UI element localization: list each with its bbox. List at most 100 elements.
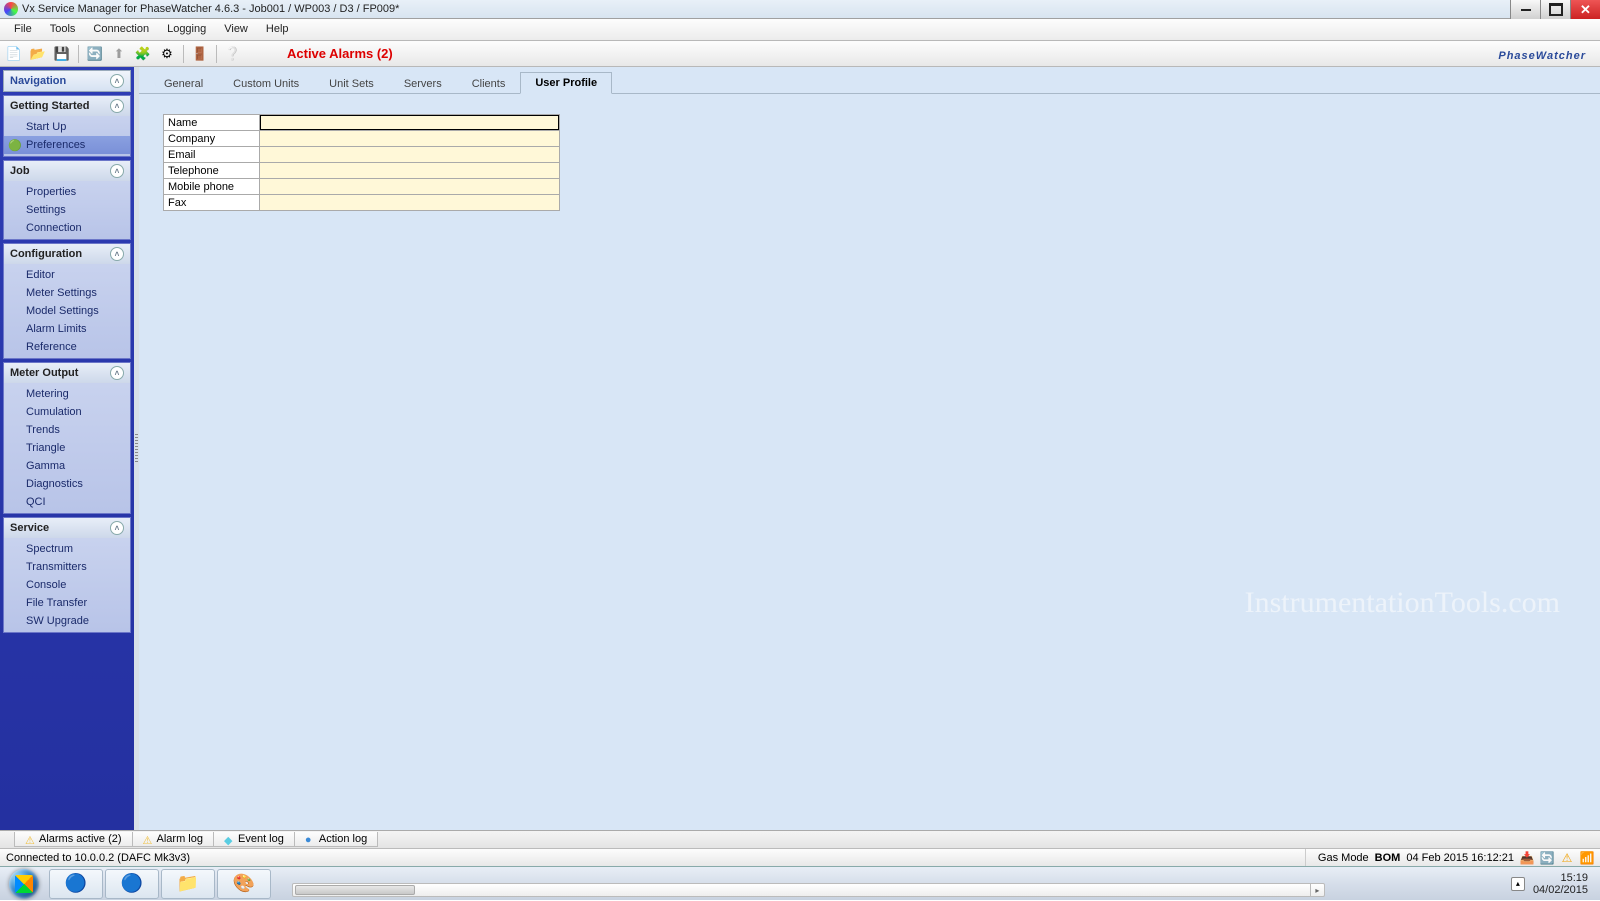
nav-group-service: Service˄ Spectrum Transmitters Console F… — [3, 517, 131, 633]
chevron-up-icon[interactable]: ˄ — [110, 99, 124, 113]
input-name[interactable] — [260, 115, 560, 131]
chevron-up-icon[interactable]: ˄ — [110, 247, 124, 261]
group-header[interactable]: Service˄ — [4, 518, 130, 538]
chevron-up-icon[interactable]: ˄ — [110, 164, 124, 178]
nav-item-meter-settings[interactable]: Meter Settings — [4, 284, 130, 302]
status-warning-icon[interactable]: ⚠ — [1560, 851, 1574, 865]
nav-item-console[interactable]: Console — [4, 576, 130, 594]
nav-item-diagnostics[interactable]: Diagnostics — [4, 475, 130, 493]
tab-unit-sets[interactable]: Unit Sets — [314, 73, 389, 94]
input-email[interactable] — [260, 147, 560, 163]
tray-clock[interactable]: 15:19 04/02/2015 — [1527, 872, 1594, 896]
group-header[interactable]: Meter Output˄ — [4, 363, 130, 383]
nav-item-gamma[interactable]: Gamma — [4, 457, 130, 475]
btab-event-log[interactable]: ◆Event log — [213, 832, 295, 847]
menu-connection[interactable]: Connection — [85, 19, 157, 40]
new-icon[interactable]: 📄 — [4, 44, 24, 64]
group-header[interactable]: Getting Started ˄ — [4, 96, 130, 116]
nav-item-connection[interactable]: Connection — [4, 219, 130, 237]
status-mode-value: BOM — [1375, 852, 1401, 864]
menu-file[interactable]: File — [6, 19, 40, 40]
watermark: InstrumentationTools.com — [1245, 586, 1560, 620]
nav-item-settings[interactable]: Settings — [4, 201, 130, 219]
status-icon-1[interactable]: 📥 — [1520, 851, 1534, 865]
nav-item-sw-upgrade[interactable]: SW Upgrade — [4, 612, 130, 630]
btab-alarms-active[interactable]: ⚠Alarms active (2) — [14, 832, 133, 847]
nav-item-reference[interactable]: Reference — [4, 338, 130, 356]
separator — [183, 45, 184, 63]
row-mobile: Mobile phone — [164, 179, 560, 195]
taskbar-scrollbar[interactable]: ▸ — [292, 883, 1325, 897]
help-icon[interactable]: ❔ — [223, 44, 243, 64]
row-email: Email — [164, 147, 560, 163]
nav-item-qci[interactable]: QCI — [4, 493, 130, 511]
label-mobile: Mobile phone — [164, 179, 260, 195]
tab-servers[interactable]: Servers — [389, 73, 457, 94]
tab-custom-units[interactable]: Custom Units — [218, 73, 314, 94]
tab-clients[interactable]: Clients — [457, 73, 521, 94]
active-alarms-label[interactable]: Active Alarms (2) — [287, 46, 393, 61]
navigation-header[interactable]: Navigation ˄ — [3, 70, 131, 92]
start-button[interactable] — [0, 867, 48, 901]
btab-action-log[interactable]: ●Action log — [294, 832, 378, 847]
tab-user-profile[interactable]: User Profile — [520, 72, 612, 94]
btab-alarm-log[interactable]: ⚠Alarm log — [132, 832, 214, 847]
status-icon-2[interactable]: 🔄 — [1540, 851, 1554, 865]
label-telephone: Telephone — [164, 163, 260, 179]
warning-icon: ⚠ — [25, 834, 35, 844]
group-header[interactable]: Configuration˄ — [4, 244, 130, 264]
nav-item-preferences[interactable]: 🟢Preferences — [4, 136, 130, 154]
statusbar: Connected to 10.0.0.2 (DAFC Mk3v3) Gas M… — [0, 848, 1600, 866]
nav-item-cumulation[interactable]: Cumulation — [4, 403, 130, 421]
taskbar: 🔵 🔵 📁 🎨 ▸ ▴ 15:19 04/02/2015 — [0, 866, 1600, 900]
input-company[interactable] — [260, 131, 560, 147]
chevron-up-icon[interactable]: ˄ — [110, 521, 124, 535]
nav-item-transmitters[interactable]: Transmitters — [4, 558, 130, 576]
input-mobile[interactable] — [260, 179, 560, 195]
gear-icon[interactable]: ⚙ — [157, 44, 177, 64]
input-telephone[interactable] — [260, 163, 560, 179]
nav-item-model-settings[interactable]: Model Settings — [4, 302, 130, 320]
chevron-up-icon[interactable]: ˄ — [110, 74, 124, 88]
nav-item-file-transfer[interactable]: File Transfer — [4, 594, 130, 612]
group-header[interactable]: Job˄ — [4, 161, 130, 181]
nav-item-trends[interactable]: Trends — [4, 421, 130, 439]
chart-icon[interactable]: 🧩 — [133, 44, 153, 64]
task-paint[interactable]: 🎨 — [217, 869, 271, 899]
windows-orb-icon — [9, 869, 39, 899]
nav-item-startup[interactable]: Start Up — [4, 118, 130, 136]
menu-tools[interactable]: Tools — [42, 19, 84, 40]
chevron-up-icon[interactable]: ˄ — [110, 366, 124, 380]
nav-item-alarm-limits[interactable]: Alarm Limits — [4, 320, 130, 338]
refresh-icon[interactable]: 🔄 — [85, 44, 105, 64]
tray-time: 15:19 — [1533, 872, 1588, 884]
system-tray: ▴ 15:19 04/02/2015 — [1505, 872, 1600, 896]
maximize-button[interactable] — [1540, 0, 1570, 19]
open-icon[interactable]: 📂 — [28, 44, 48, 64]
window-title: Vx Service Manager for PhaseWatcher 4.6.… — [22, 3, 399, 15]
task-app-2[interactable]: 🔵 — [105, 869, 159, 899]
status-icon-3[interactable]: 📶 — [1580, 851, 1594, 865]
blank-icon — [8, 120, 22, 134]
save-icon[interactable]: 💾 — [52, 44, 72, 64]
menu-help[interactable]: Help — [258, 19, 297, 40]
main-row: Navigation ˄ Getting Started ˄ Start Up … — [0, 67, 1600, 830]
menu-view[interactable]: View — [216, 19, 256, 40]
door-icon[interactable]: 🚪 — [190, 44, 210, 64]
label-company: Company — [164, 131, 260, 147]
nav-item-metering[interactable]: Metering — [4, 385, 130, 403]
close-button[interactable] — [1570, 0, 1600, 19]
menu-logging[interactable]: Logging — [159, 19, 214, 40]
minimize-button[interactable] — [1510, 0, 1540, 19]
task-explorer[interactable]: 📁 — [161, 869, 215, 899]
nav-group-getting-started: Getting Started ˄ Start Up 🟢Preferences — [3, 95, 131, 157]
preferences-icon: 🟢 — [8, 138, 22, 152]
task-app-1[interactable]: 🔵 — [49, 869, 103, 899]
nav-item-editor[interactable]: Editor — [4, 266, 130, 284]
input-fax[interactable] — [260, 195, 560, 211]
nav-item-spectrum[interactable]: Spectrum — [4, 540, 130, 558]
tray-expand-icon[interactable]: ▴ — [1511, 877, 1525, 891]
nav-item-properties[interactable]: Properties — [4, 183, 130, 201]
tab-general[interactable]: General — [149, 73, 218, 94]
nav-item-triangle[interactable]: Triangle — [4, 439, 130, 457]
